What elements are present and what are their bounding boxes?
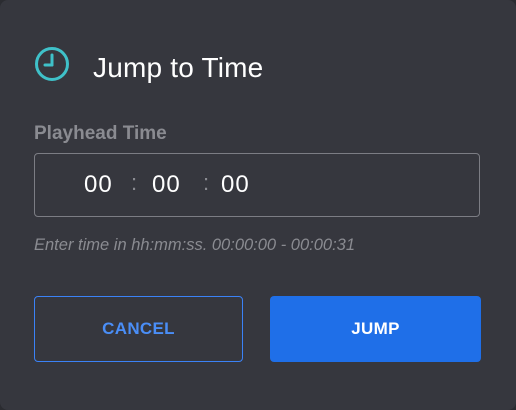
seconds-field[interactable]: 00 [221,171,250,199]
dialog-header [34,46,70,82]
jump-to-time-dialog: Jump to Time Playhead Time 00 : 00 : 00 … [0,0,516,410]
dialog-title: Jump to Time [93,52,264,83]
jump-button[interactable]: JUMP [270,296,481,362]
minutes-field[interactable]: 00 [152,171,181,199]
time-hint: Enter time in hh:mm:ss. 00:00:00 - 00:00… [34,236,356,254]
clock-icon [34,46,70,82]
playhead-time-input[interactable]: 00 : 00 : 00 [34,153,480,217]
time-separator: : [131,170,138,195]
hours-field[interactable]: 00 [84,171,113,199]
cancel-button[interactable]: CANCEL [34,296,243,362]
playhead-time-label: Playhead Time [34,123,167,144]
time-separator: : [203,170,210,195]
